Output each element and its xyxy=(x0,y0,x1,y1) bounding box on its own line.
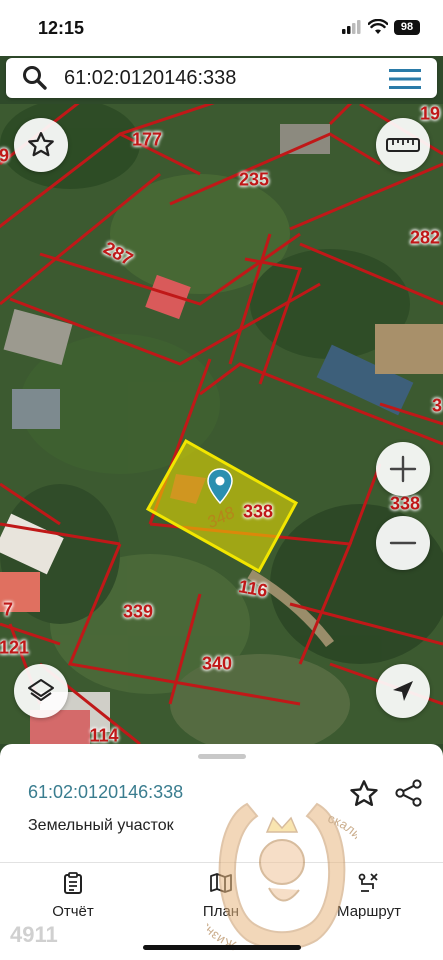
plot-label: 338 xyxy=(242,501,274,522)
plot-label: 121 xyxy=(0,637,30,658)
search-input[interactable]: 61:02:0120146:338 xyxy=(64,67,236,90)
report-icon xyxy=(64,872,82,894)
ruler-icon xyxy=(386,138,420,152)
home-indicator[interactable] xyxy=(143,945,301,950)
zoom-out-button[interactable] xyxy=(376,516,430,570)
battery-level: 98 xyxy=(394,20,420,35)
locate-button[interactable] xyxy=(376,664,430,718)
status-time: 12:15 xyxy=(38,18,85,38)
menu-icon[interactable] xyxy=(389,68,421,90)
minus-icon xyxy=(389,541,417,545)
plot-label: 19 xyxy=(419,104,441,124)
layers-icon xyxy=(28,679,54,701)
favorites-button[interactable] xyxy=(14,118,68,172)
plot-label: 114 xyxy=(89,725,119,745)
map-pin-icon[interactable] xyxy=(207,468,233,504)
property-type: Земельный участок xyxy=(28,817,174,834)
plot-label: 3 xyxy=(431,395,443,416)
plot-label: 177 xyxy=(131,129,163,150)
map-view[interactable]: 177 235 287 282 19 3 338 338 116 339 340… xyxy=(0,104,443,744)
plot-label: 235 xyxy=(238,169,270,190)
satellite-imagery xyxy=(0,104,443,744)
cadastral-number[interactable]: 61:02:0120146:338 xyxy=(28,782,183,803)
plus-icon xyxy=(389,455,417,483)
wifi-icon xyxy=(368,19,388,34)
ruler-button[interactable] xyxy=(376,118,430,172)
layers-button[interactable] xyxy=(14,664,68,718)
tab-label: Отчёт xyxy=(52,903,94,920)
plot-label: 338 xyxy=(389,493,421,514)
plot-label: 7 xyxy=(2,599,14,620)
share-icon[interactable] xyxy=(394,778,424,808)
signal-icon xyxy=(342,20,361,34)
navigation-arrow-icon xyxy=(393,681,413,701)
search-icon[interactable] xyxy=(22,65,48,91)
plot-label: 9 xyxy=(0,145,10,166)
status-bar: 12:15 98 xyxy=(0,0,443,56)
tab-report[interactable]: Отчёт xyxy=(23,872,123,920)
plot-label: 282 xyxy=(409,227,441,248)
zoom-in-button[interactable] xyxy=(376,442,430,496)
star-icon xyxy=(28,132,54,157)
sheet-drag-handle[interactable] xyxy=(198,754,246,759)
route-icon xyxy=(358,873,378,892)
plot-label: 340 xyxy=(201,653,233,674)
plot-label: 339 xyxy=(122,601,154,622)
watermark-number: 4911 xyxy=(10,922,58,947)
search-bar[interactable]: 61:02:0120146:338 xyxy=(6,58,437,98)
watermark-logo: Жизнь скалится xyxy=(207,802,357,952)
